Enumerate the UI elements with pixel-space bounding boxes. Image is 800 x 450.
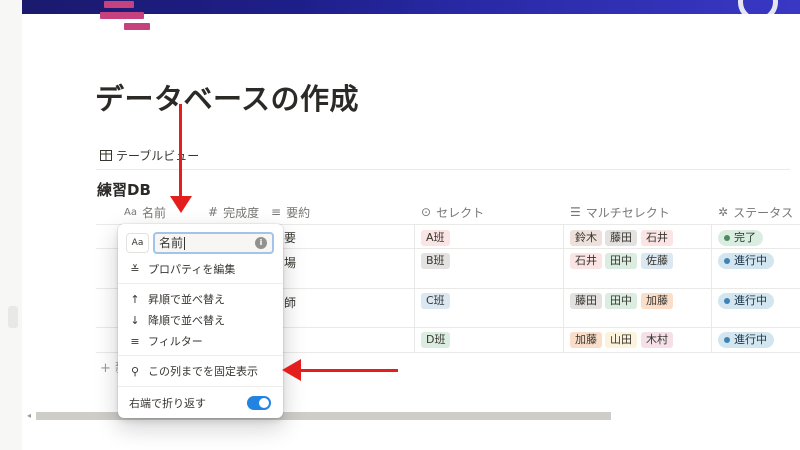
left-gutter bbox=[0, 0, 22, 450]
menu-item-label: プロパティを編集 bbox=[148, 263, 236, 276]
status-badge[interactable]: 進行中 bbox=[718, 293, 774, 309]
status-label: 完了 bbox=[734, 231, 756, 244]
menu-item-edit-property[interactable]: ≚ プロパティを編集 bbox=[118, 259, 283, 279]
column-header-label: マルチセレクト bbox=[585, 205, 670, 220]
annotation-arrow-down-head bbox=[170, 196, 192, 213]
sliders-icon: ≚ bbox=[130, 262, 140, 276]
multi-tag[interactable]: 山田 bbox=[605, 332, 637, 348]
table-icon bbox=[100, 149, 112, 161]
filter-icon: ≡ bbox=[130, 334, 140, 348]
tab-table-view[interactable]: テーブルビュー bbox=[100, 146, 199, 164]
status-dot-icon bbox=[724, 337, 730, 343]
select-icon: ⊙ bbox=[421, 205, 432, 219]
cover-logo-icon bbox=[738, 0, 778, 14]
menu-item-wrap-text[interactable]: 右端で折り返す bbox=[118, 393, 283, 413]
column-header-name[interactable]: Aa 名前 bbox=[124, 203, 166, 221]
property-type-button[interactable]: Aa bbox=[126, 233, 149, 253]
arrow-down-icon: ↓ bbox=[130, 313, 140, 327]
multi-tag[interactable]: 鈴木 bbox=[570, 230, 602, 246]
menu-item-filter[interactable]: ≡ フィルター bbox=[118, 331, 283, 351]
summary-cell[interactable]: 場 bbox=[284, 254, 296, 271]
status-label: 進行中 bbox=[734, 254, 767, 267]
menu-separator bbox=[118, 283, 283, 284]
status-dot-icon bbox=[724, 258, 730, 264]
property-menu: Aa 名前 i ≚ プロパティを編集 ↑ 昇順で並べ替え ↓ 降順で並べ替え ≡… bbox=[118, 224, 283, 418]
multi-tag[interactable]: 田中 bbox=[605, 293, 637, 309]
text-lines-icon: ≡ bbox=[271, 205, 282, 219]
annotation-arrow-left bbox=[300, 369, 398, 372]
column-header-label: セレクト bbox=[436, 205, 485, 220]
menu-item-label: 昇順で並べ替え bbox=[148, 293, 225, 306]
status-label: 進行中 bbox=[734, 294, 767, 307]
info-icon[interactable]: i bbox=[255, 237, 267, 249]
column-header-status[interactable]: ✲ ステータス bbox=[718, 203, 793, 221]
annotation-arrow-left-head bbox=[282, 359, 301, 381]
status-badge[interactable]: 進行中 bbox=[718, 332, 774, 348]
column-header-multiselect[interactable]: ☰ マルチセレクト bbox=[570, 203, 670, 221]
property-name-row: Aa 名前 i bbox=[126, 232, 276, 254]
column-header-label: 名前 bbox=[141, 205, 166, 220]
multi-tag[interactable]: 藤田 bbox=[570, 293, 602, 309]
multi-tag[interactable]: 加藤 bbox=[570, 332, 602, 348]
column-header-summary[interactable]: ≡ 要約 bbox=[271, 203, 310, 221]
multi-tag[interactable]: 藤田 bbox=[605, 230, 637, 246]
status-badge[interactable]: 完了 bbox=[718, 230, 763, 246]
text-caret bbox=[184, 236, 186, 250]
status-dot-icon bbox=[724, 298, 730, 304]
menu-item-label: 右端で折り返す bbox=[129, 397, 206, 410]
multi-tag[interactable]: 田中 bbox=[605, 253, 637, 269]
menu-separator bbox=[118, 355, 283, 356]
menu-item-sort-descending[interactable]: ↓ 降順で並べ替え bbox=[118, 310, 283, 330]
summary-cell[interactable]: 要 bbox=[284, 229, 296, 246]
scroll-left-icon[interactable]: ◂ bbox=[27, 411, 31, 420]
view-tab-label: テーブルビュー bbox=[116, 148, 200, 163]
multi-tag[interactable]: 石井 bbox=[570, 253, 602, 269]
annotation-arrow-down bbox=[179, 104, 182, 199]
text-type-icon: Aa bbox=[124, 206, 137, 218]
column-header-label: 完成度 bbox=[223, 205, 260, 220]
multi-tag[interactable]: 木村 bbox=[641, 332, 673, 348]
view-divider bbox=[96, 169, 790, 170]
pin-icon: ⚲ bbox=[130, 364, 140, 378]
column-header-select[interactable]: ⊙ セレクト bbox=[421, 203, 484, 221]
menu-item-sort-ascending[interactable]: ↑ 昇順で並べ替え bbox=[118, 289, 283, 309]
notion-page: データベースの作成 テーブルビュー 練習DB Aa 名前 # 完成度 ≡ 要約 … bbox=[0, 0, 800, 450]
menu-item-label: この列までを固定表示 bbox=[148, 365, 258, 378]
multi-tag[interactable]: 佐藤 bbox=[641, 253, 673, 269]
status-dot-icon bbox=[724, 235, 730, 241]
sidebar-resize-handle[interactable] bbox=[8, 306, 18, 328]
multi-tag[interactable]: 石井 bbox=[641, 230, 673, 246]
property-name-value: 名前 bbox=[159, 236, 184, 250]
column-header-progress[interactable]: # 完成度 bbox=[208, 203, 259, 221]
list-icon: ☰ bbox=[570, 205, 581, 219]
status-badge[interactable]: 進行中 bbox=[718, 253, 774, 269]
database-title[interactable]: 練習DB bbox=[97, 179, 151, 200]
select-tag[interactable]: D班 bbox=[421, 332, 451, 348]
menu-separator bbox=[118, 386, 283, 387]
wrap-toggle[interactable] bbox=[247, 396, 271, 410]
multi-tag[interactable]: 加藤 bbox=[641, 293, 673, 309]
page-title[interactable]: データベースの作成 bbox=[95, 76, 359, 118]
status-label: 進行中 bbox=[734, 333, 767, 346]
select-tag[interactable]: C班 bbox=[421, 293, 450, 309]
select-tag[interactable]: B班 bbox=[421, 253, 450, 269]
page-icon[interactable] bbox=[100, 0, 156, 34]
column-header-label: 要約 bbox=[286, 205, 311, 220]
menu-item-label: フィルター bbox=[148, 335, 203, 348]
arrow-up-icon: ↑ bbox=[130, 292, 140, 306]
summary-cell[interactable]: 師 bbox=[284, 294, 296, 311]
property-name-input[interactable]: 名前 i bbox=[153, 232, 274, 254]
menu-item-label: 降順で並べ替え bbox=[148, 314, 225, 327]
select-tag[interactable]: A班 bbox=[421, 230, 450, 246]
status-icon: ✲ bbox=[718, 205, 729, 219]
menu-item-freeze-column[interactable]: ⚲ この列までを固定表示 bbox=[118, 361, 283, 381]
number-icon: # bbox=[208, 205, 219, 219]
column-header-label: ステータス bbox=[733, 205, 794, 220]
